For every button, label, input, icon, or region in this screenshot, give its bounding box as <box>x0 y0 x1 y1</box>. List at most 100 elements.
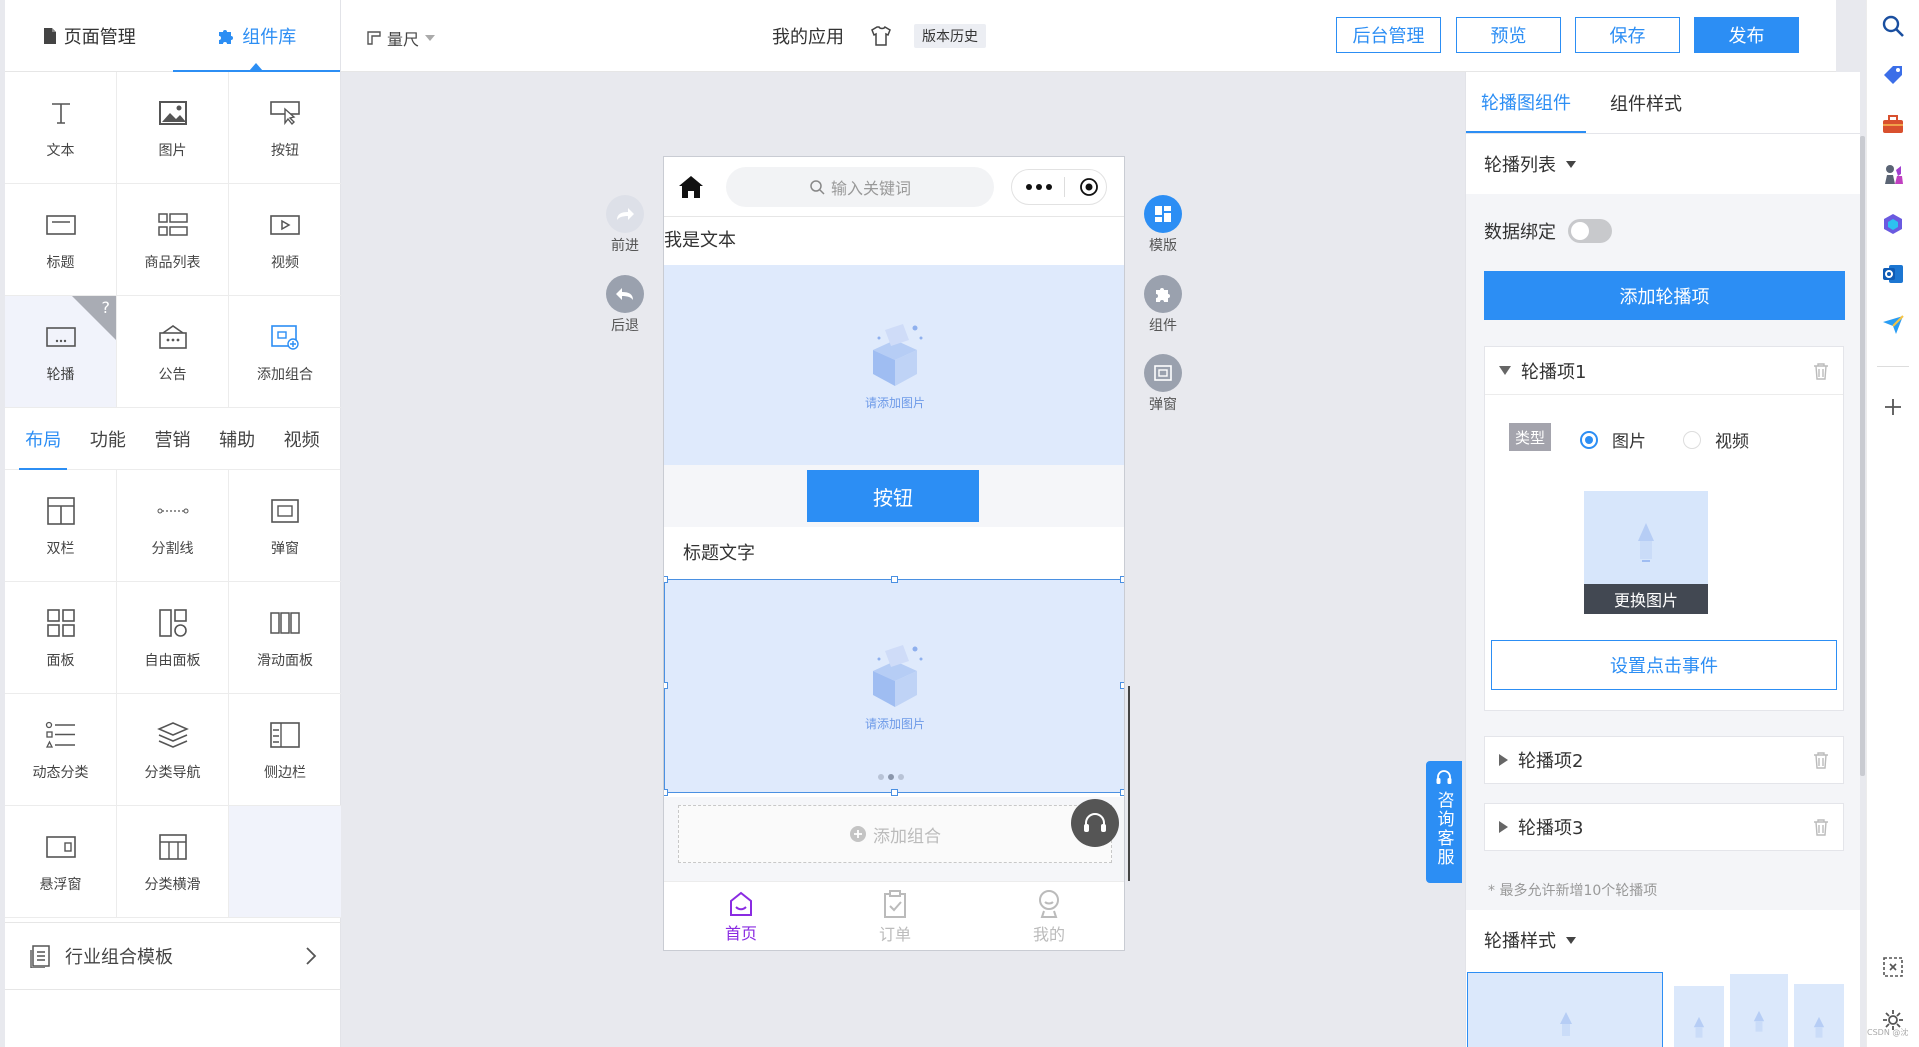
tabbar-orders[interactable]: 订单 <box>818 882 972 950</box>
component-sidebar[interactable]: 侧边栏 <box>229 694 341 806</box>
component-category-nav[interactable]: 分类导航 <box>117 694 229 806</box>
style-option-2[interactable] <box>1674 986 1724 1047</box>
save-button[interactable]: 保存 <box>1575 17 1680 53</box>
tabbar-mine[interactable]: 我的 <box>972 882 1124 950</box>
radio-video[interactable] <box>1683 430 1701 449</box>
back-button[interactable] <box>606 275 644 313</box>
type-option-image[interactable]: 图片 <box>1580 427 1646 452</box>
carousel-item-3[interactable]: 轮播项3 <box>1484 803 1844 851</box>
style-option-1[interactable] <box>1467 972 1663 1047</box>
phone-title-block[interactable]: 标题文字 <box>664 527 1124 579</box>
tab-component-style[interactable]: 组件样式 <box>1586 72 1706 133</box>
help-badge[interactable]: ? <box>102 298 111 317</box>
plus-icon[interactable] <box>1881 395 1905 419</box>
set-click-event-button[interactable]: 设置点击事件 <box>1491 640 1837 690</box>
resize-handle[interactable] <box>891 576 898 583</box>
component-text[interactable]: 文本 <box>5 72 117 184</box>
phone-search-bar[interactable]: 输入关键词 <box>726 167 994 207</box>
forward-button[interactable] <box>606 195 644 233</box>
industry-template-row[interactable]: 行业组合模板 <box>5 922 341 990</box>
component-two-column[interactable]: 双栏 <box>5 470 117 582</box>
add-carousel-item-button[interactable]: 添加轮播项 <box>1484 271 1845 320</box>
tab-function[interactable]: 功能 <box>88 418 128 460</box>
component-category-scroll[interactable]: 分类横滑 <box>117 806 229 918</box>
preview-button[interactable]: 预览 <box>1456 17 1561 53</box>
trash-icon[interactable] <box>1813 818 1829 836</box>
style-option-4[interactable] <box>1794 984 1844 1047</box>
chess-icon[interactable] <box>1881 162 1905 186</box>
carousel-item-1-header[interactable]: 轮播项1 <box>1485 347 1843 395</box>
resize-handle[interactable] <box>664 789 668 796</box>
resize-handle[interactable] <box>1120 789 1124 796</box>
component-product-list[interactable]: 商品列表 <box>117 184 229 296</box>
home-icon[interactable] <box>678 175 704 199</box>
tab-component-library[interactable]: 组件库 <box>172 0 341 72</box>
change-image-button[interactable]: 更换图片 <box>1584 584 1708 614</box>
ruler-toggle[interactable]: 量尺 <box>367 26 436 50</box>
component-divider[interactable]: 分割线 <box>117 470 229 582</box>
properties-scrollbar[interactable] <box>1860 136 1865 776</box>
component-label: 公告 <box>158 366 187 383</box>
component-carousel[interactable]: ? 轮播 <box>5 296 117 408</box>
component-notice[interactable]: 公告 <box>117 296 229 408</box>
component-panel[interactable]: 面板 <box>5 582 117 694</box>
tab-auxiliary[interactable]: 辅助 <box>217 418 257 460</box>
radio-image[interactable] <box>1580 430 1598 449</box>
tab-video[interactable]: 视频 <box>282 418 322 460</box>
component-slide-panel[interactable]: 滑动面板 <box>229 582 341 694</box>
tab-marketing[interactable]: 营销 <box>152 418 192 460</box>
component-popup[interactable]: 弹窗 <box>229 470 341 582</box>
canvas-scrollbar[interactable] <box>1128 686 1130 881</box>
tag-icon[interactable] <box>1881 63 1905 87</box>
type-option-video[interactable]: 视频 <box>1683 427 1749 452</box>
resize-handle[interactable] <box>664 576 668 583</box>
component-button[interactable]: 按钮 <box>229 72 341 184</box>
shirt-icon[interactable] <box>870 25 892 47</box>
phone-image-block[interactable]: 请添加图片 <box>664 265 1124 465</box>
outlook-icon[interactable] <box>1881 262 1905 286</box>
search-icon[interactable] <box>1881 14 1905 38</box>
admin-button[interactable]: 后台管理 <box>1336 17 1441 53</box>
tab-carousel-component[interactable]: 轮播图组件 <box>1466 72 1586 133</box>
component-dynamic-category[interactable]: 动态分类 <box>5 694 117 806</box>
component-add-group[interactable]: 添加组合 <box>229 296 341 408</box>
trash-icon[interactable] <box>1813 362 1829 380</box>
component-image[interactable]: 图片 <box>117 72 229 184</box>
customer-service-tab[interactable]: 咨询客服 <box>1426 761 1462 883</box>
component-free-panel[interactable]: 自由面板 <box>117 582 229 694</box>
component-button[interactable] <box>1144 275 1182 313</box>
headset-button[interactable] <box>1071 799 1119 847</box>
more-dots-icon[interactable] <box>1026 184 1052 190</box>
phone-add-group-button[interactable]: 添加组合 <box>678 805 1112 863</box>
component-video[interactable]: 视频 <box>229 184 341 296</box>
publish-button[interactable]: 发布 <box>1694 17 1799 53</box>
resize-handle[interactable] <box>664 682 668 689</box>
component-floating-window[interactable]: 悬浮窗 <box>5 806 117 918</box>
screenshot-icon[interactable] <box>1881 955 1905 979</box>
resize-handle[interactable] <box>1120 576 1124 583</box>
phone-button[interactable]: 按钮 <box>807 470 979 522</box>
component-label: 面板 <box>46 652 75 669</box>
dynamic-category-icon <box>45 721 75 748</box>
trash-icon[interactable] <box>1813 751 1829 769</box>
resize-handle[interactable] <box>891 789 898 796</box>
toolbox-icon[interactable] <box>1881 112 1905 136</box>
carousel-list-header[interactable]: 轮播列表 <box>1466 134 1860 194</box>
resize-handle[interactable] <box>1120 682 1124 689</box>
tabbar-home[interactable]: 首页 <box>664 882 818 950</box>
data-binding-toggle[interactable] <box>1568 219 1612 243</box>
version-history-button[interactable]: 版本历史 <box>914 24 986 48</box>
close-target-icon[interactable] <box>1079 177 1099 197</box>
popup-button[interactable] <box>1144 354 1182 392</box>
tab-layout[interactable]: 布局 <box>19 418 68 470</box>
copilot-icon[interactable] <box>1881 212 1905 236</box>
tab-page-management[interactable]: 页面管理 <box>5 0 173 71</box>
template-button[interactable] <box>1144 195 1182 233</box>
carousel-style-header[interactable]: 轮播样式 <box>1466 910 1860 970</box>
phone-text-block[interactable]: 我是文本 <box>664 226 736 252</box>
phone-carousel-block[interactable]: 请添加图片 <box>664 579 1124 793</box>
send-icon[interactable] <box>1881 312 1905 336</box>
style-option-3[interactable] <box>1730 974 1788 1047</box>
carousel-item-2[interactable]: 轮播项2 <box>1484 736 1844 784</box>
component-title[interactable]: 标题 <box>5 184 117 296</box>
